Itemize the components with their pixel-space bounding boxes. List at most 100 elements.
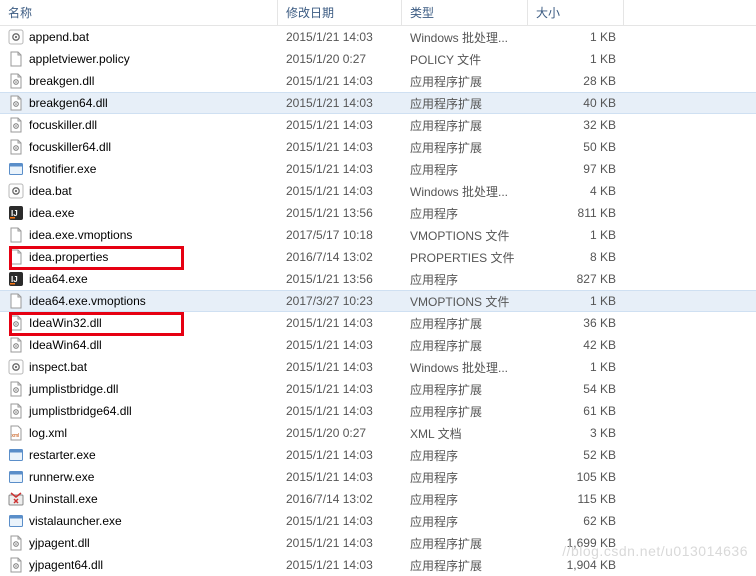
file-size: 8 KB bbox=[528, 250, 624, 264]
file-date: 2015/1/21 14:03 bbox=[278, 96, 402, 110]
file-row[interactable]: jumplistbridge.dll2015/1/21 14:03应用程序扩展5… bbox=[0, 378, 756, 400]
file-type: 应用程序 bbox=[402, 205, 528, 222]
file-row[interactable]: idea.properties2016/7/14 13:02PROPERTIES… bbox=[0, 246, 756, 268]
file-date: 2015/1/21 13:56 bbox=[278, 206, 402, 220]
dll-icon bbox=[8, 117, 24, 133]
file-date: 2015/1/21 14:03 bbox=[278, 184, 402, 198]
file-type: 应用程序扩展 bbox=[402, 535, 528, 552]
file-name: idea.exe.vmoptions bbox=[29, 228, 132, 242]
file-size: 1 KB bbox=[528, 228, 624, 242]
file-name: IdeaWin32.dll bbox=[29, 316, 102, 330]
file-name: restarter.exe bbox=[29, 448, 96, 462]
file-row[interactable]: inspect.bat2015/1/21 14:03Windows 批处理...… bbox=[0, 356, 756, 378]
file-date: 2015/1/21 14:03 bbox=[278, 404, 402, 418]
idea-icon: IJ bbox=[8, 205, 24, 221]
file-row[interactable]: appletviewer.policy2015/1/20 0:27POLICY … bbox=[0, 48, 756, 70]
file-size: 1 KB bbox=[528, 52, 624, 66]
file-date: 2015/1/21 14:03 bbox=[278, 162, 402, 176]
dll-icon bbox=[8, 337, 24, 353]
file-type: Windows 批处理... bbox=[402, 359, 528, 376]
file-name: jumplistbridge.dll bbox=[29, 382, 118, 396]
file-row[interactable]: restarter.exe2015/1/21 14:03应用程序52 KB bbox=[0, 444, 756, 466]
file-row[interactable]: idea.bat2015/1/21 14:03Windows 批处理...4 K… bbox=[0, 180, 756, 202]
file-type: Windows 批处理... bbox=[402, 183, 528, 200]
cog-icon bbox=[8, 359, 24, 375]
file-size: 40 KB bbox=[528, 96, 624, 110]
file-row[interactable]: IdeaWin64.dll2015/1/21 14:03应用程序扩展42 KB bbox=[0, 334, 756, 356]
col-type-header[interactable]: 类型 bbox=[402, 0, 528, 25]
file-size: 28 KB bbox=[528, 74, 624, 88]
cog-icon bbox=[8, 29, 24, 45]
file-row[interactable]: breakgen64.dll2015/1/21 14:03应用程序扩展40 KB bbox=[0, 92, 756, 114]
file-size: 105 KB bbox=[528, 470, 624, 484]
file-date: 2015/1/20 0:27 bbox=[278, 52, 402, 66]
file-row[interactable]: IJidea64.exe2015/1/21 13:56应用程序827 KB bbox=[0, 268, 756, 290]
file-date: 2015/1/21 14:03 bbox=[278, 30, 402, 44]
file-date: 2015/1/21 14:03 bbox=[278, 74, 402, 88]
dll-icon bbox=[8, 381, 24, 397]
file-date: 2017/5/17 10:18 bbox=[278, 228, 402, 242]
file-type: POLICY 文件 bbox=[402, 51, 528, 68]
uninstall-icon bbox=[8, 491, 24, 507]
file-name: idea.exe bbox=[29, 206, 74, 220]
file-size: 4 KB bbox=[528, 184, 624, 198]
file-row[interactable]: yjpagent.dll2015/1/21 14:03应用程序扩展1,699 K… bbox=[0, 532, 756, 554]
file-size: 42 KB bbox=[528, 338, 624, 352]
file-size: 115 KB bbox=[528, 492, 624, 506]
file-date: 2015/1/21 14:03 bbox=[278, 338, 402, 352]
file-row[interactable]: idea64.exe.vmoptions2017/3/27 10:23VMOPT… bbox=[0, 290, 756, 312]
file-type: VMOPTIONS 文件 bbox=[402, 227, 528, 244]
dll-icon bbox=[8, 73, 24, 89]
file-icon bbox=[8, 227, 24, 243]
file-name: jumplistbridge64.dll bbox=[29, 404, 132, 418]
file-row[interactable]: jumplistbridge64.dll 2015/1/21 14:03应用程序扩… bbox=[0, 400, 756, 422]
file-size: 36 KB bbox=[528, 316, 624, 330]
file-date: 2015/1/21 14:03 bbox=[278, 536, 402, 550]
file-date: 2015/1/21 14:03 bbox=[278, 360, 402, 374]
file-name: breakgen64.dll bbox=[29, 96, 108, 110]
file-type: 应用程序扩展 bbox=[402, 337, 528, 354]
file-type: Windows 批处理... bbox=[402, 29, 528, 46]
svg-text:IJ: IJ bbox=[11, 209, 18, 218]
file-row[interactable]: xmllog.xml2015/1/20 0:27XML 文档3 KB bbox=[0, 422, 756, 444]
file-date: 2015/1/21 14:03 bbox=[278, 470, 402, 484]
file-name: idea64.exe.vmoptions bbox=[29, 294, 146, 308]
dll-icon bbox=[8, 403, 24, 419]
svg-text:xml: xml bbox=[12, 433, 20, 439]
file-row[interactable]: breakgen.dll2015/1/21 14:03应用程序扩展28 KB bbox=[0, 70, 756, 92]
file-type: 应用程序 bbox=[402, 491, 528, 508]
file-type: VMOPTIONS 文件 bbox=[402, 293, 528, 310]
file-row[interactable]: IdeaWin32.dll2015/1/21 14:03应用程序扩展36 KB bbox=[0, 312, 756, 334]
file-name: Uninstall.exe bbox=[29, 492, 98, 506]
file-type: 应用程序扩展 bbox=[402, 381, 528, 398]
col-date-header[interactable]: 修改日期 bbox=[278, 0, 402, 25]
file-type: 应用程序扩展 bbox=[402, 315, 528, 332]
file-size: 827 KB bbox=[528, 272, 624, 286]
file-row[interactable]: fsnotifier.exe2015/1/21 14:03应用程序97 KB bbox=[0, 158, 756, 180]
file-size: 1 KB bbox=[528, 360, 624, 374]
file-size: 811 KB bbox=[528, 206, 624, 220]
file-type: XML 文档 bbox=[402, 425, 528, 442]
file-list: append.bat2015/1/21 14:03Windows 批处理...1… bbox=[0, 26, 756, 576]
col-size-header[interactable]: 大小 bbox=[528, 0, 624, 25]
file-row[interactable]: Uninstall.exe2016/7/14 13:02应用程序115 KB bbox=[0, 488, 756, 510]
file-row[interactable]: focuskiller.dll2015/1/21 14:03应用程序扩展32 K… bbox=[0, 114, 756, 136]
file-row[interactable]: idea.exe.vmoptions 2017/5/17 10:18VMOPTIO… bbox=[0, 224, 756, 246]
file-row[interactable]: vistalauncher.exe2015/1/21 14:03应用程序62 K… bbox=[0, 510, 756, 532]
file-name: yjpagent64.dll bbox=[29, 558, 103, 572]
file-name: runnerw.exe bbox=[29, 470, 94, 484]
file-date: 2015/1/21 14:03 bbox=[278, 140, 402, 154]
file-type: 应用程序扩展 bbox=[402, 403, 528, 420]
file-name: idea64.exe bbox=[29, 272, 88, 286]
col-name-header[interactable]: 名称 bbox=[0, 0, 278, 25]
file-type: 应用程序扩展 bbox=[402, 139, 528, 156]
column-headers: 名称 修改日期 类型 大小 bbox=[0, 0, 756, 26]
file-row[interactable]: yjpagent64.dll2015/1/21 14:03应用程序扩展1,904… bbox=[0, 554, 756, 576]
file-row[interactable]: runnerw.exe2015/1/21 14:03应用程序105 KB bbox=[0, 466, 756, 488]
file-name: yjpagent.dll bbox=[29, 536, 90, 550]
file-type: 应用程序扩展 bbox=[402, 117, 528, 134]
file-row[interactable]: IJ idea.exe 2015/1/21 13:56应用程序811 KB bbox=[0, 202, 756, 224]
file-row[interactable]: append.bat2015/1/21 14:03Windows 批处理...1… bbox=[0, 26, 756, 48]
file-row[interactable]: focuskiller64.dll2015/1/21 14:03应用程序扩展50… bbox=[0, 136, 756, 158]
file-name: idea.properties bbox=[29, 250, 108, 264]
